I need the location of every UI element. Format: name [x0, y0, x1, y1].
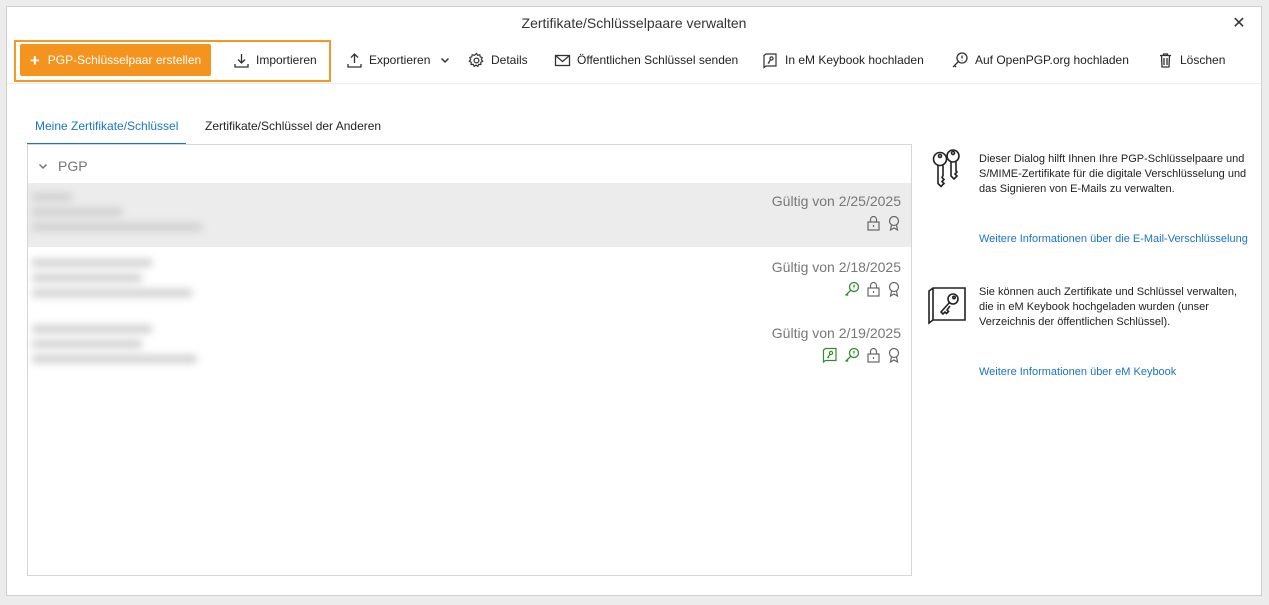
keybook-icon: [822, 347, 837, 363]
tab-others-certificates[interactable]: Zertifikate/Schlüssel der Anderen: [205, 115, 381, 143]
delete-label: Löschen: [1180, 53, 1226, 67]
certificate-icon: [888, 347, 900, 363]
list-item[interactable]: Gültig von 2/25/2025: [28, 183, 911, 247]
certificate-icon: [888, 215, 900, 231]
chevron-down-icon[interactable]: [38, 161, 48, 171]
link-encryption-info[interactable]: Weitere Informationen über die E-Mail-Ve…: [979, 232, 1249, 247]
toolbar: + PGP-Schlüsselpaar erstellen Importiere…: [7, 39, 1261, 83]
close-button[interactable]: ✕: [1229, 13, 1249, 33]
send-public-key-label: Öffentlichen Schlüssel senden: [577, 53, 739, 67]
list-item[interactable]: Gültig von 2/19/2025: [28, 315, 911, 379]
group-header-pgp[interactable]: PGP: [38, 158, 88, 174]
keys-icon: [932, 149, 960, 188]
info-text-keybook: Sie können auch Zertifikate und Schlüsse…: [979, 286, 1238, 328]
trash-icon: [1160, 52, 1171, 68]
upload-keybook-label: In eM Keybook hochladen: [785, 53, 924, 67]
delete-button[interactable]: Löschen: [1157, 44, 1225, 76]
create-keypair-label: PGP-Schlüsselpaar erstellen: [47, 53, 202, 67]
upload-keybook-button[interactable]: In eM Keybook hochladen: [762, 44, 924, 76]
info-text-encryption: Dieser Dialog hilft Ihnen Ihre PGP-Schlü…: [979, 153, 1247, 195]
plus-icon: +: [29, 50, 40, 70]
details-button[interactable]: Details: [468, 44, 528, 76]
redacted-identity: [32, 259, 202, 304]
export-button[interactable]: Exportieren: [346, 44, 450, 76]
tab-my-certificates[interactable]: Meine Zertifikate/Schlüssel: [27, 115, 187, 145]
certificate-icon: [888, 281, 900, 297]
valid-from-text: Gültig von 2/25/2025: [771, 193, 901, 209]
toolbar-divider: [7, 83, 1261, 84]
redacted-identity: [32, 193, 202, 238]
details-label: Details: [491, 53, 528, 67]
keybook-icon: [928, 287, 966, 325]
certificate-list: PGP Gültig von 2/25/2025 Gültig von 2/18…: [27, 144, 912, 576]
status-icons: [844, 281, 901, 297]
status-icons: [866, 215, 901, 231]
group-label: PGP: [58, 158, 88, 174]
valid-from-text: Gültig von 2/18/2025: [771, 259, 901, 275]
keybook-icon: [763, 52, 777, 69]
link-keybook-info[interactable]: Weitere Informationen über eM Keybook: [979, 365, 1249, 380]
upload-icon: [347, 52, 362, 68]
lock-icon: [867, 281, 880, 297]
title-bar: Zertifikate/Schlüsselpaare verwalten ✕: [7, 7, 1261, 39]
download-icon: [234, 53, 249, 68]
create-keypair-button[interactable]: + PGP-Schlüsselpaar erstellen: [20, 44, 211, 76]
lock-icon: [867, 215, 880, 231]
list-item[interactable]: Gültig von 2/18/2025: [28, 249, 911, 313]
upload-openpgp-label: Auf OpenPGP.org hochladen: [975, 53, 1129, 67]
import-label: Importieren: [256, 53, 317, 67]
key-search-icon: [952, 52, 968, 68]
key-search-icon: [845, 347, 860, 362]
gear-icon: [468, 52, 484, 67]
chevron-down-icon[interactable]: [440, 55, 450, 65]
upload-openpgp-button[interactable]: Auf OpenPGP.org hochladen: [951, 44, 1129, 76]
redacted-identity: [32, 325, 202, 370]
export-label: Exportieren: [369, 53, 431, 67]
valid-from-text: Gültig von 2/19/2025: [771, 325, 901, 341]
window-title: Zertifikate/Schlüsselpaare verwalten: [521, 15, 747, 31]
dialog-window: Zertifikate/Schlüsselpaare verwalten ✕ +…: [6, 6, 1262, 596]
key-search-icon: [845, 281, 860, 296]
lock-icon: [867, 347, 880, 363]
status-icons: [822, 347, 901, 363]
send-public-key-button[interactable]: Öffentlichen Schlüssel senden: [554, 44, 738, 76]
envelope-icon: [554, 54, 571, 66]
import-button[interactable]: Importieren: [233, 44, 317, 76]
